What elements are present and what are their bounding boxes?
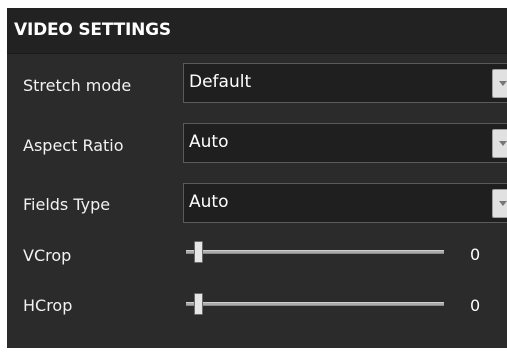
vcrop-value: 0	[470, 245, 481, 264]
vcrop-slider-thumb[interactable]	[194, 241, 203, 263]
video-settings-panel: VIDEO SETTINGS Stretch mode Default Aspe…	[7, 8, 507, 348]
panel-title: VIDEO SETTINGS	[14, 20, 171, 40]
fields-type-select[interactable]: Auto	[183, 183, 507, 223]
stretch-mode-label: Stretch mode	[23, 76, 132, 95]
aspect-ratio-value: Auto	[189, 132, 229, 152]
vcrop-slider[interactable]	[186, 241, 444, 263]
hcrop-slider-track[interactable]	[186, 302, 444, 306]
panel-header: VIDEO SETTINGS	[7, 8, 507, 54]
aspect-ratio-label: Aspect Ratio	[23, 136, 124, 155]
hcrop-slider-thumb[interactable]	[194, 293, 203, 315]
vcrop-slider-track[interactable]	[186, 250, 444, 254]
stretch-mode-dropdown-button[interactable]	[492, 69, 507, 98]
vcrop-label: VCrop	[23, 246, 72, 265]
aspect-ratio-select[interactable]: Auto	[183, 123, 507, 163]
chevron-down-icon	[499, 141, 507, 146]
fields-type-label: Fields Type	[23, 195, 111, 214]
chevron-down-icon	[499, 201, 507, 206]
hcrop-label: HCrop	[23, 296, 73, 315]
fields-type-dropdown-button[interactable]	[492, 189, 507, 218]
stretch-mode-value: Default	[189, 72, 252, 92]
stretch-mode-select[interactable]: Default	[183, 63, 507, 103]
hcrop-value: 0	[470, 296, 481, 315]
fields-type-value: Auto	[189, 192, 229, 212]
aspect-ratio-dropdown-button[interactable]	[492, 129, 507, 158]
hcrop-slider[interactable]	[186, 293, 444, 315]
chevron-down-icon	[499, 81, 507, 86]
